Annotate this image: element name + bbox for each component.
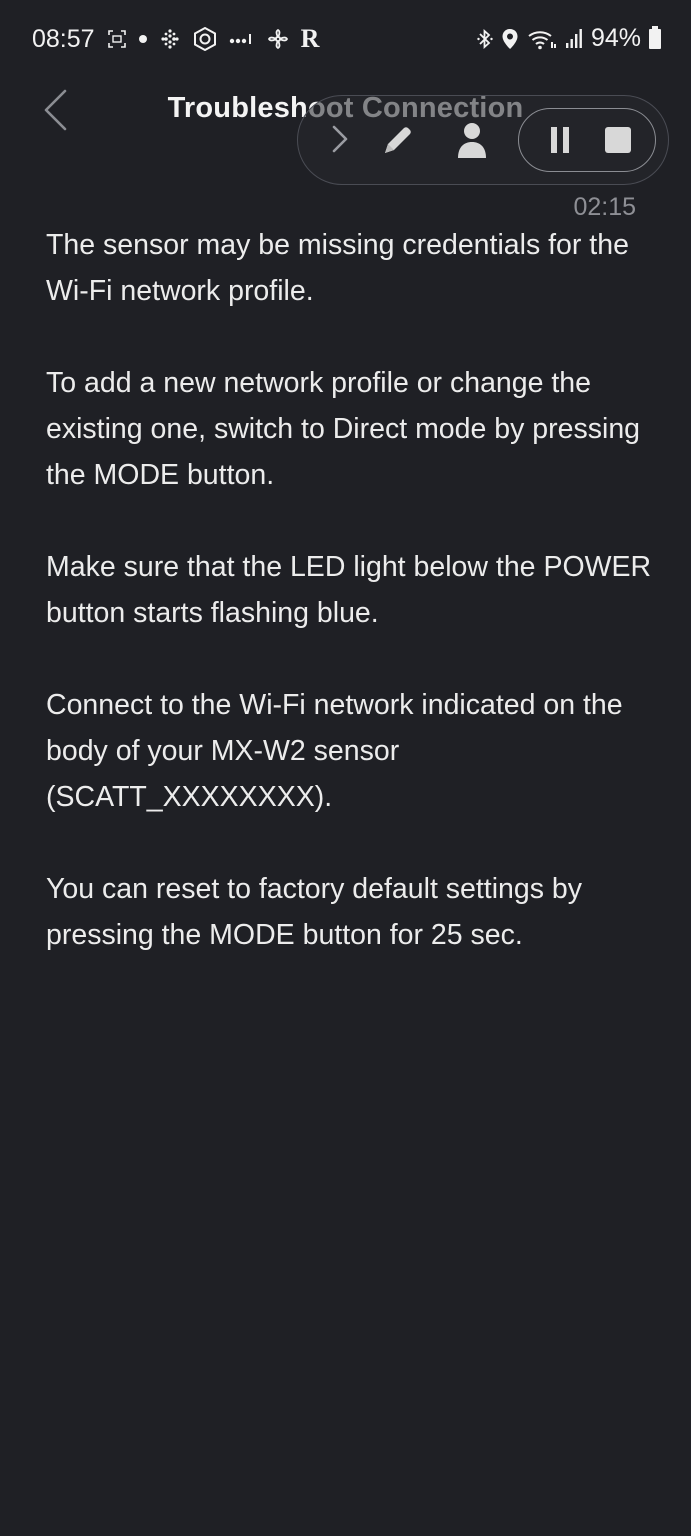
battery-percentage: 94% xyxy=(590,24,641,52)
signal-icon xyxy=(565,28,583,50)
stop-icon xyxy=(605,127,631,153)
more-dots-icon xyxy=(229,32,255,46)
status-bar-right: 94% xyxy=(477,24,661,53)
recording-timer: 02:15 xyxy=(573,193,636,221)
chevron-right-icon xyxy=(332,125,348,153)
wifi-icon xyxy=(527,28,557,50)
pause-icon xyxy=(551,127,569,153)
location-icon xyxy=(501,28,519,50)
fan-icon xyxy=(267,28,289,50)
recorder-controls xyxy=(518,108,656,172)
r-app-icon: R xyxy=(300,24,320,53)
battery-icon xyxy=(649,25,661,49)
screen-recorder-toolbar xyxy=(297,95,669,185)
status-bar-left: 08:57 R xyxy=(32,24,319,54)
paragraph-led-light: Make sure that the LED light below the P… xyxy=(46,551,652,629)
screenshot-icon xyxy=(107,29,127,49)
paragraph-direct-mode: To add a new network profile or change t… xyxy=(46,367,641,491)
troubleshoot-content: The sensor may be missing credentials fo… xyxy=(46,222,656,1004)
hex-app-icon xyxy=(193,27,217,51)
recorder-camera-button[interactable] xyxy=(454,120,490,160)
pen-icon xyxy=(385,127,411,153)
status-bar: 08:57 R 94% xyxy=(0,0,691,80)
paragraph-factory-reset: You can reset to factory default setting… xyxy=(46,873,583,951)
paragraph-missing-credentials: The sensor may be missing credentials fo… xyxy=(46,229,629,307)
app-screen: 08:57 R 94% Troubleshoot 02:15 The senso… xyxy=(0,0,691,1536)
person-icon xyxy=(458,123,486,158)
grid-dots-icon xyxy=(159,28,181,50)
recorder-expand-button[interactable] xyxy=(324,122,356,156)
recorder-pause-button[interactable] xyxy=(545,123,575,157)
notification-dot-icon xyxy=(138,35,147,43)
paragraph-connect-wifi: Connect to the Wi-Fi network indicated o… xyxy=(46,689,623,813)
status-time: 08:57 xyxy=(32,24,95,53)
recorder-stop-button[interactable] xyxy=(603,125,633,155)
recorder-draw-button[interactable] xyxy=(378,122,416,158)
bluetooth-icon xyxy=(477,28,493,50)
